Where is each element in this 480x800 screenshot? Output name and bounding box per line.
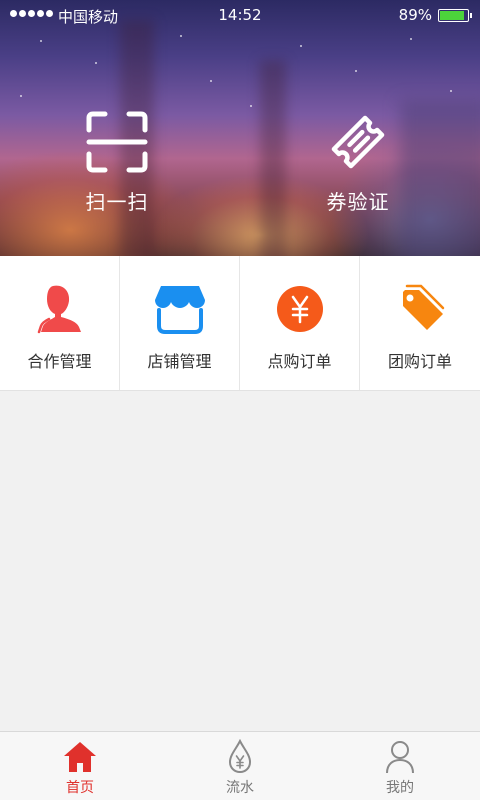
tab-transactions-label: 流水	[226, 780, 254, 796]
partner-management-button[interactable]: 合作管理	[0, 256, 120, 390]
yuan-coin-icon	[276, 286, 323, 332]
star	[450, 90, 452, 92]
partner-management-label: 合作管理	[27, 352, 92, 371]
home-icon	[64, 742, 96, 772]
tag-icon	[403, 284, 445, 330]
battery-percent: 89%	[398, 6, 432, 24]
purchase-orders-button[interactable]: 点购订单	[240, 256, 360, 390]
tab-transactions[interactable]: 流水	[160, 732, 320, 800]
star	[300, 45, 302, 47]
star	[410, 38, 412, 40]
tab-profile-label: 我的	[386, 780, 414, 796]
hero-banner: 中国移动 14:52 89% 扫一扫 券验证	[0, 0, 480, 256]
star	[250, 105, 252, 107]
person-icon	[37, 285, 81, 334]
store-management-button[interactable]: 店铺管理	[120, 256, 240, 390]
group-buy-orders-label: 团购订单	[387, 352, 452, 371]
star	[95, 62, 97, 64]
battery-level-fill	[440, 11, 465, 20]
scan-icon	[86, 111, 148, 173]
star	[180, 35, 182, 37]
star	[20, 95, 22, 97]
status-bar: 中国移动 14:52 89%	[0, 0, 480, 30]
scan-label: 扫一扫	[85, 190, 149, 214]
star	[40, 40, 42, 42]
scan-button[interactable]: 扫一扫	[57, 110, 177, 215]
tab-profile[interactable]: 我的	[320, 732, 480, 800]
feature-grid: 合作管理 店铺管理 点购订单 团购订单	[0, 256, 480, 391]
group-buy-orders-button[interactable]: 团购订单	[360, 256, 480, 390]
store-icon	[154, 286, 205, 334]
store-management-label: 店铺管理	[147, 352, 212, 371]
tab-home-label: 首页	[66, 780, 94, 796]
battery-icon	[438, 9, 472, 22]
purchase-orders-label: 点购订单	[267, 352, 332, 371]
voucher-verify-label: 券验证	[326, 190, 390, 214]
star	[210, 80, 212, 82]
voucher-verify-button[interactable]: 券验证	[298, 110, 418, 215]
hero-bridge-tower	[260, 60, 286, 256]
tab-home[interactable]: 首页	[0, 732, 160, 800]
star	[355, 70, 357, 72]
ticket-icon	[331, 115, 385, 169]
bottom-tab-bar: 首页 流水 我的	[0, 731, 480, 800]
water-drop-yuan-icon	[228, 739, 252, 774]
user-icon	[386, 741, 414, 774]
